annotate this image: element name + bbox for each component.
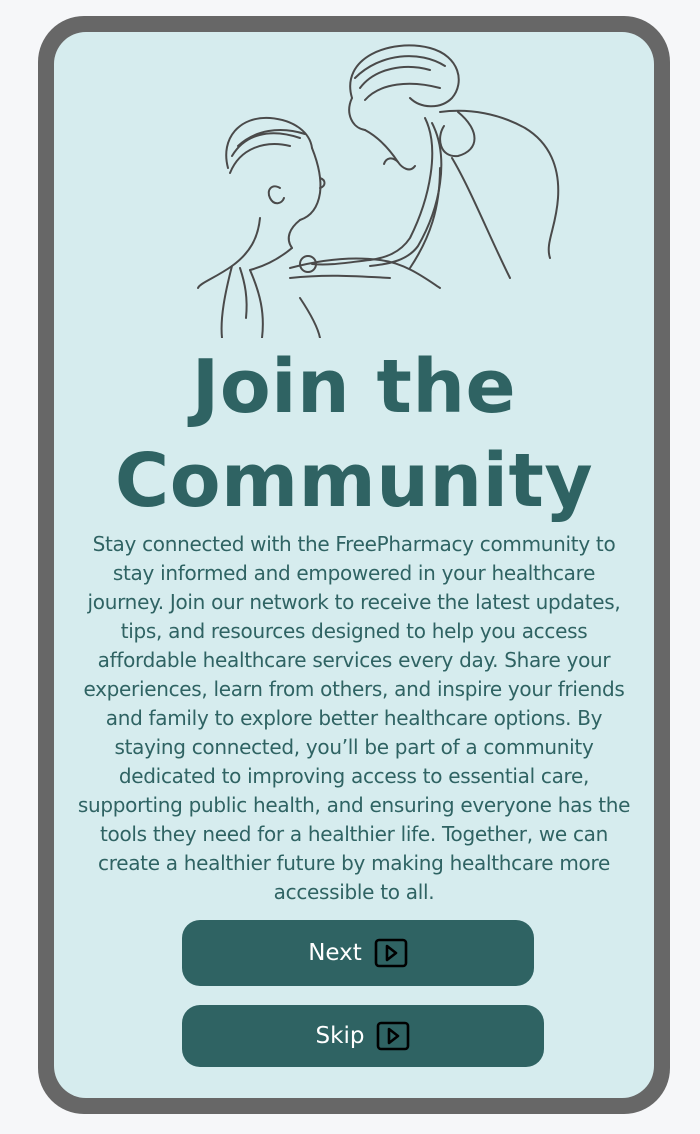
- title-line-2: Community: [114, 438, 594, 524]
- next-button-label: Next: [308, 940, 362, 966]
- community-description: Stay connected with the FreePharmacy com…: [77, 532, 631, 904]
- next-button[interactable]: Next: [182, 920, 534, 986]
- play-icon: [376, 1021, 410, 1051]
- skip-button[interactable]: Skip: [182, 1005, 544, 1067]
- onboarding-screen: Join the Community Stay connected with t…: [54, 32, 654, 1098]
- title-line-1: Join the: [191, 344, 517, 430]
- page-title: Join the Community: [54, 340, 654, 528]
- play-icon: [374, 938, 408, 968]
- doctor-stethoscope-illustration: [197, 44, 560, 338]
- skip-button-label: Skip: [315, 1023, 365, 1049]
